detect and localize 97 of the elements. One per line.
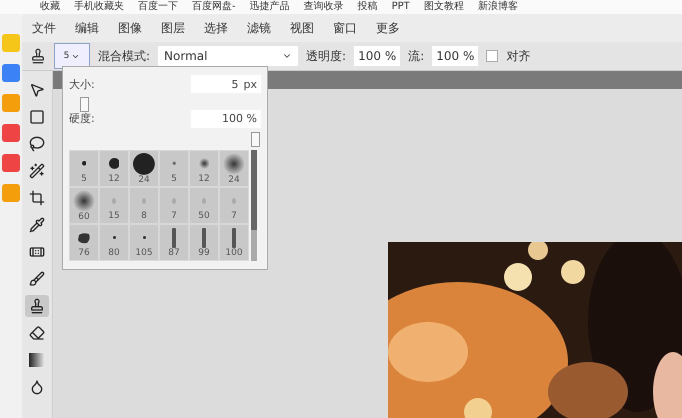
brush-preset[interactable]: 12 (99, 150, 129, 187)
brush-preset[interactable]: 80 (99, 224, 129, 261)
brush-preset[interactable]: 100 (219, 224, 249, 261)
brush-preset[interactable]: 24 (129, 150, 159, 187)
brush-preset[interactable]: 24 (219, 150, 249, 187)
bookmark[interactable]: PPT (392, 1, 410, 13)
brush-preset[interactable]: 105 (129, 224, 159, 261)
soft-brush-icon (172, 161, 176, 166)
hard-brush-icon (82, 161, 86, 166)
brush-size-label: 80 (108, 248, 120, 258)
soft-brush-icon (73, 190, 95, 212)
align-checkbox[interactable] (486, 50, 498, 62)
bookmark[interactable]: 收藏 (40, 1, 60, 13)
dot-brush-icon (112, 236, 116, 239)
menu-item[interactable]: 选择 (204, 20, 228, 36)
bookmark[interactable]: 百度网盘- (192, 1, 236, 13)
align-label: 对齐 (506, 48, 530, 64)
brush-size-label: 24 (138, 174, 150, 185)
brush-picker[interactable]: 5 (54, 43, 90, 69)
menu-item[interactable]: 视图 (290, 20, 314, 36)
hardness-label: 硬度: (69, 111, 95, 126)
brush-size-label: 105 (135, 248, 153, 258)
brush-size-label: 76 (78, 248, 90, 258)
bookmark[interactable]: 手机收藏夹 (74, 1, 124, 13)
marquee-icon (29, 109, 45, 125)
stamp-icon (29, 298, 45, 314)
brush-preset[interactable]: 8 (129, 187, 159, 224)
menu-item[interactable]: 文件 (32, 20, 56, 36)
bookmark[interactable]: 百度一下 (138, 1, 178, 13)
brush-preset[interactable]: 15 (99, 187, 129, 224)
eraser-icon (29, 325, 45, 341)
flow-field[interactable]: 100 % (432, 46, 478, 66)
brush-size-label: 5 (81, 174, 87, 184)
menu-item[interactable]: 更多 (376, 20, 400, 36)
brush-size-label: 12 (108, 174, 120, 184)
brush-preset[interactable]: 50 (189, 187, 219, 224)
blend-mode-select[interactable]: Normal (158, 46, 298, 66)
brush-preset[interactable]: 7 (219, 187, 249, 224)
bookmark[interactable]: 新浪博客 (478, 1, 518, 13)
brush-size-label: 100 (225, 248, 243, 258)
hardness-slider-thumb[interactable] (251, 132, 260, 146)
brush-size-label: 87 (168, 248, 180, 258)
menu-item[interactable]: 滤镜 (247, 20, 271, 36)
brush-preset[interactable]: 5 (159, 150, 189, 187)
hard-brush-icon (108, 158, 120, 169)
brush-preset[interactable]: 87 (159, 224, 189, 261)
size-field[interactable]: 5 px (191, 75, 261, 93)
soft-brush-icon (223, 153, 245, 175)
brush-preset[interactable]: 76 (69, 224, 99, 261)
brush-size-label: 7 (171, 211, 177, 221)
hard-brush-icon (133, 153, 155, 175)
brush-size-label: 99 (198, 248, 210, 258)
menu-item[interactable]: 窗口 (333, 20, 357, 36)
gradient-icon (29, 353, 45, 367)
menu-item[interactable]: 编辑 (75, 20, 99, 36)
stamp-tool[interactable] (25, 295, 49, 317)
dropper-icon (29, 217, 45, 233)
stamp-icon[interactable] (30, 48, 46, 64)
soft-brush-icon (198, 158, 210, 169)
brush-size-label: 7 (231, 211, 237, 221)
scrollbar-thumb[interactable] (251, 150, 257, 230)
brush-preset[interactable]: 99 (189, 224, 219, 261)
blend-mode-label: 混合模式: (98, 48, 150, 64)
size-slider-thumb[interactable] (80, 97, 89, 112)
menu-item[interactable]: 图层 (161, 20, 185, 36)
move-icon (29, 82, 45, 98)
brush-size-label: 50 (198, 211, 210, 221)
stroke-brush-icon (202, 228, 206, 248)
brush-size-label: 60 (78, 212, 90, 222)
brush-preset[interactable]: 7 (159, 187, 189, 224)
bookmark[interactable]: 图文教程 (424, 1, 464, 13)
hardness-field[interactable]: 100 % (191, 110, 261, 128)
menu-item[interactable]: 图像 (118, 20, 142, 36)
brush-preset[interactable]: 12 (189, 150, 219, 187)
brush-preset[interactable]: 5 (69, 150, 99, 187)
wand-icon (29, 163, 45, 179)
brush-icon (29, 271, 45, 287)
drop-icon (29, 379, 45, 395)
crop-icon (29, 190, 45, 206)
opacity-field[interactable]: 100 % (354, 46, 400, 66)
stroke-brush-icon (232, 228, 236, 248)
brush-size-label: 15 (108, 211, 120, 221)
bookmark[interactable]: 迅捷产品 (250, 1, 290, 13)
bookmark[interactable]: 查询收录 (304, 1, 344, 13)
stroke-brush-icon (172, 228, 176, 248)
brush-preset[interactable]: 60 (69, 187, 99, 224)
bookmark[interactable]: 投稿 (358, 1, 378, 13)
size-label: 大小: (69, 76, 95, 92)
brush-size-label: 8 (141, 211, 147, 221)
brush-size-label: 5 (171, 174, 177, 184)
lasso-icon (29, 136, 45, 152)
opacity-label: 透明度: (306, 48, 346, 64)
dot-brush-icon (142, 236, 146, 239)
blob-brush-icon (77, 232, 91, 244)
brush-size-label: 24 (228, 174, 240, 185)
brush-size-label: 12 (198, 174, 210, 184)
flow-label: 流: (408, 48, 424, 64)
